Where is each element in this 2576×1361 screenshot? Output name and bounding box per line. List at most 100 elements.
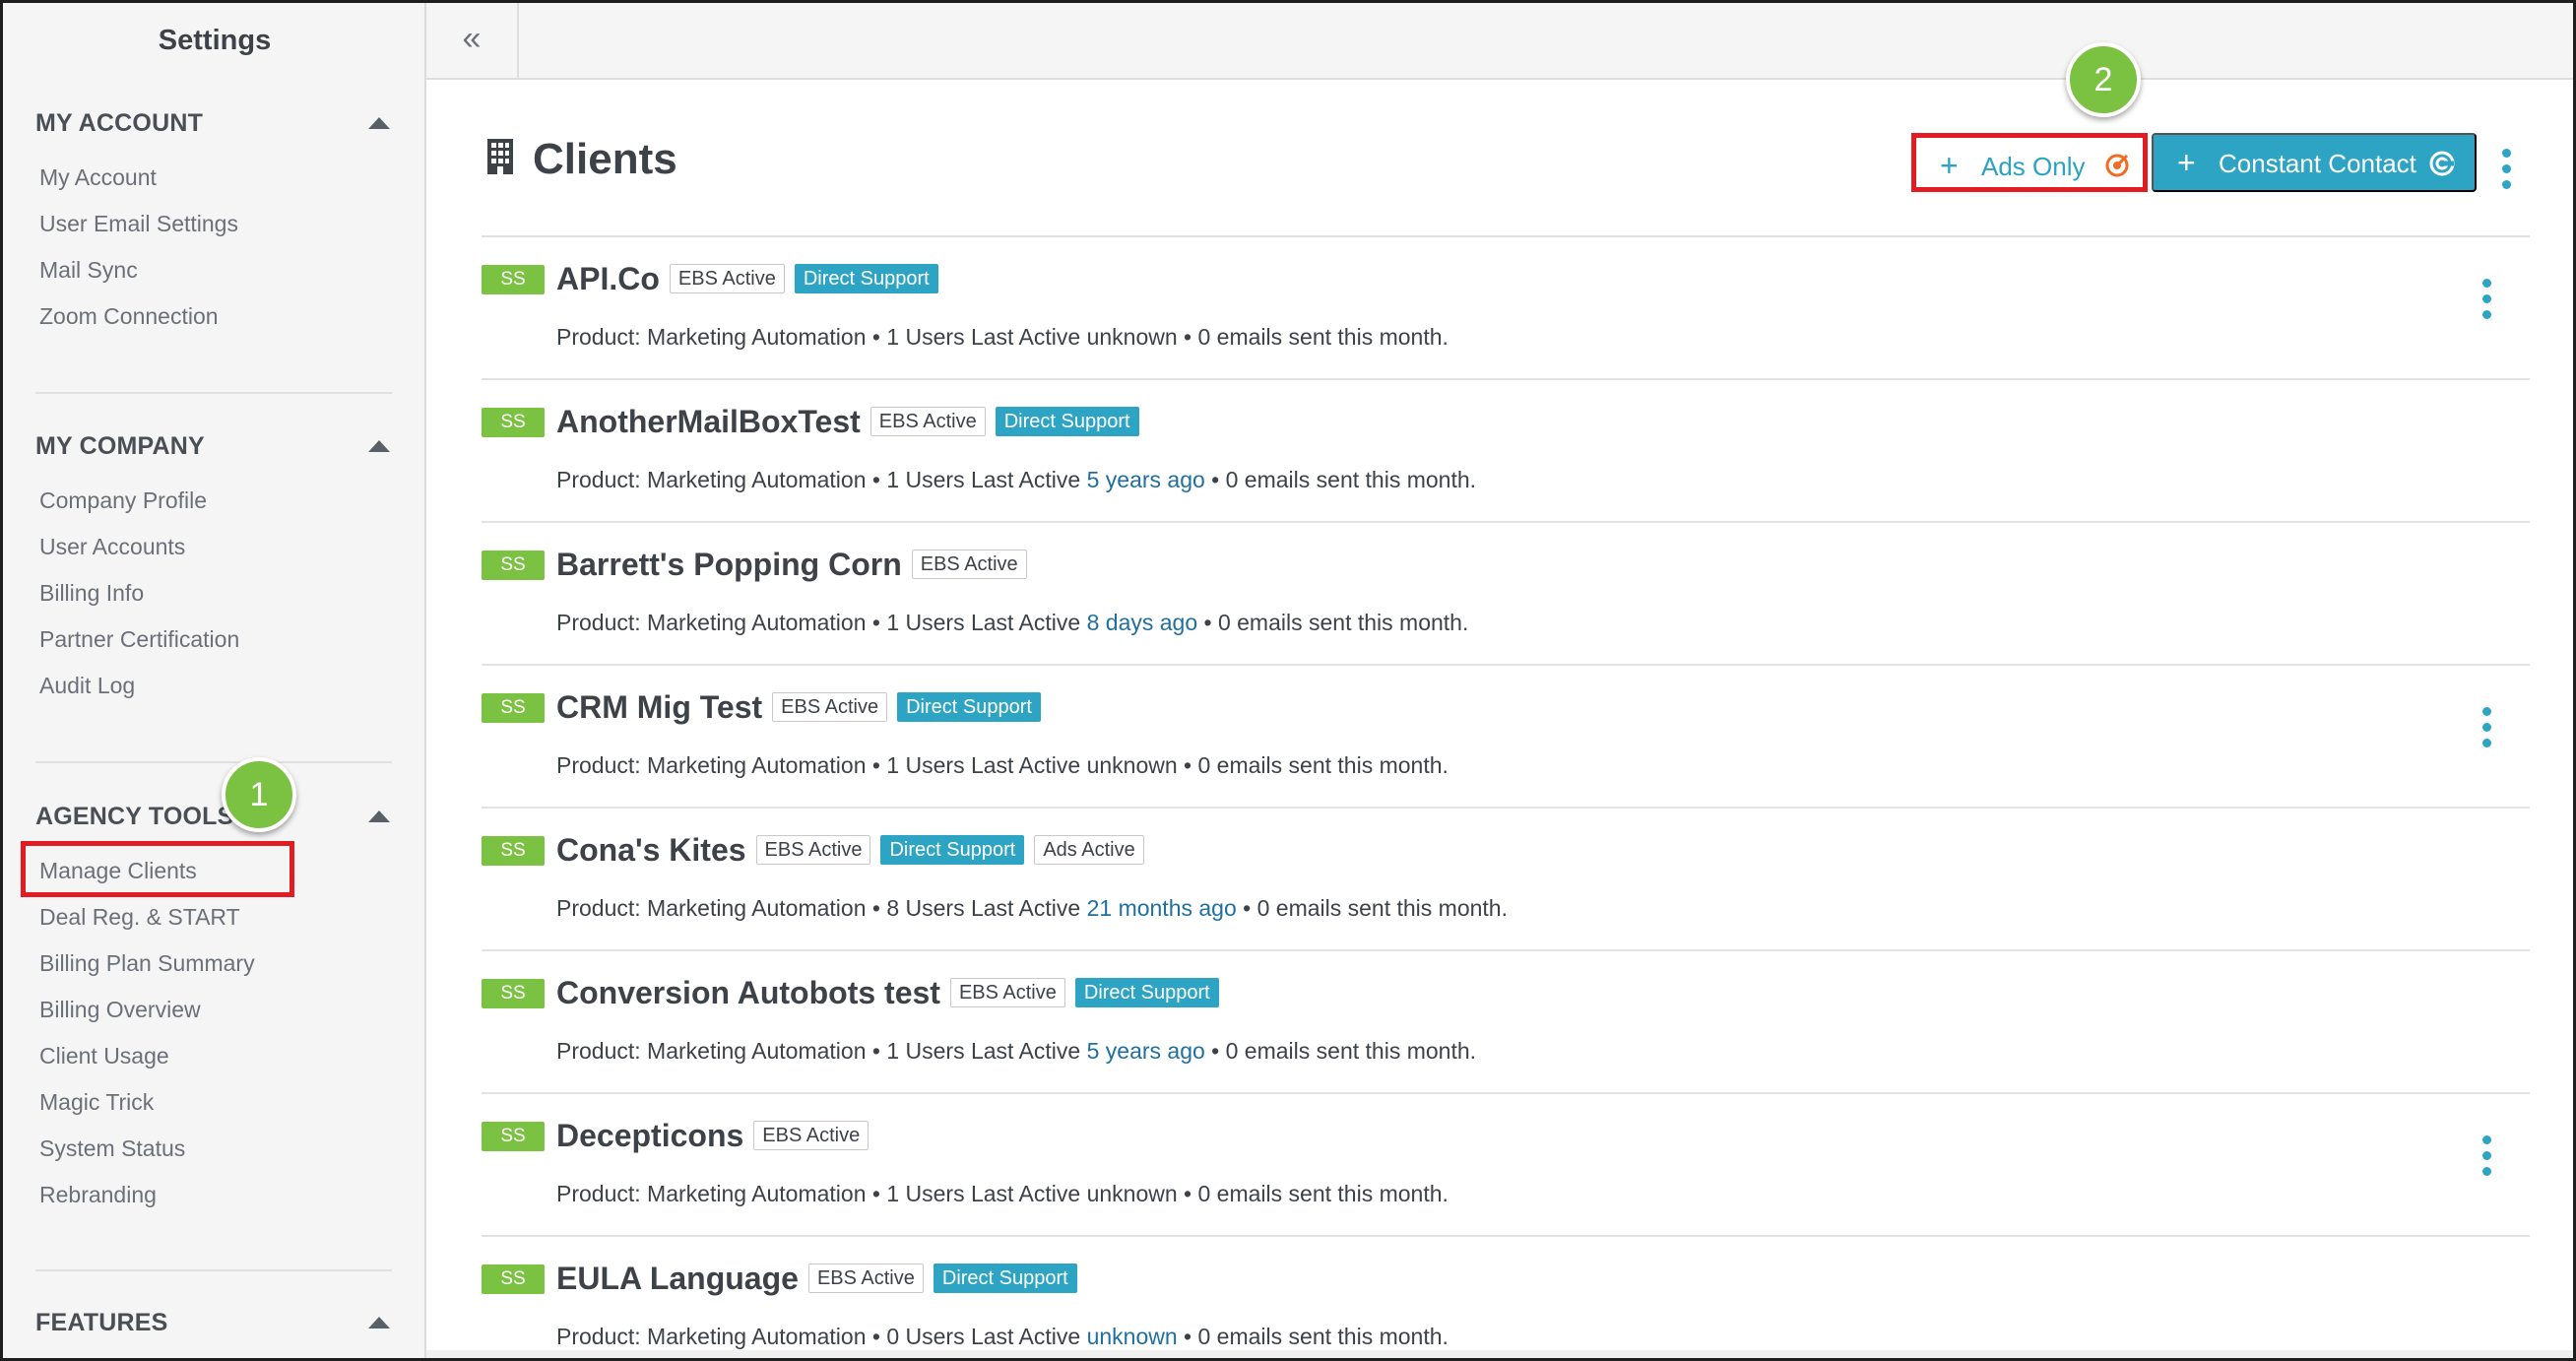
product-info: Product: Marketing Automation • 8 Users … [556, 895, 1087, 921]
section-header-agency-tools[interactable]: AGENCY TOOLS [35, 803, 390, 838]
caret-up-icon[interactable] [368, 810, 390, 822]
constant-contact-label: Constant Contact [2219, 149, 2416, 178]
sidebar-item-deal-reg-start[interactable]: Deal Reg. & START [39, 904, 240, 931]
add-ads-only-button[interactable]: + Ads Only [1911, 133, 2148, 192]
page-more-options-icon[interactable] [2500, 149, 2512, 190]
client-name-link[interactable]: API.Co [556, 261, 660, 297]
ss-tag: SS [482, 265, 545, 294]
section-header-features[interactable]: FEATURES [35, 1309, 390, 1344]
collapse-sidebar-button[interactable]: « [426, 3, 519, 78]
step-1-callout: 1 [222, 757, 296, 832]
client-row-header: Cona's Kites EBS Active Direct Support Ads … [556, 830, 1154, 870]
row-more-options-icon[interactable] [2480, 707, 2492, 748]
status-badge: EBS Active [755, 835, 871, 865]
add-constant-contact-button[interactable]: + Constant Contact [2152, 133, 2477, 192]
section-header-my-company[interactable]: MY COMPANY [35, 432, 390, 468]
status-badge: EBS Active [753, 1121, 869, 1150]
status-badge: EBS Active [869, 407, 986, 436]
client-row-header: EULA Language EBS Active Direct Support [556, 1259, 1087, 1298]
last-active-value: unknown [1086, 324, 1178, 350]
client-details: Product: Marketing Automation • 8 Users … [556, 895, 1508, 922]
client-row-header: API.Co EBS Active Direct Support [556, 259, 948, 298]
sidebar-item-partner-certification[interactable]: Partner Certification [39, 626, 239, 653]
plus-icon: + [1940, 148, 1959, 183]
sidebar-item-user-accounts[interactable]: User Accounts [39, 534, 185, 560]
client-name-link[interactable]: Cona's Kites [556, 832, 746, 869]
sidebar-item-billing-plan-summary[interactable]: Billing Plan Summary [39, 950, 255, 977]
product-info: Product: Marketing Automation • 1 Users … [556, 1181, 1087, 1206]
client-name-link[interactable]: Barrett's Popping Corn [556, 547, 902, 583]
last-active-value[interactable]: 8 days ago [1087, 610, 1198, 635]
plus-icon: + [2177, 145, 2196, 180]
sidebar-item-magic-trick[interactable]: Magic Trick [39, 1089, 154, 1116]
row-more-options-icon[interactable] [2480, 1135, 2492, 1177]
product-info: Product: Marketing Automation • 1 Users … [556, 752, 1087, 778]
client-name-link[interactable]: Conversion Autobots test [556, 975, 940, 1011]
clients-main: Clients + Ads Only + Constant Contact 2 … [426, 42, 2573, 1358]
client-row-header: Decepticons EBS Active [556, 1116, 878, 1155]
client-row[interactable]: SS Barrett's Popping Corn EBS Active Produc… [482, 523, 2530, 666]
building-icon [487, 139, 513, 174]
sidebar-item-company-profile[interactable]: Company Profile [39, 487, 207, 514]
client-name-link[interactable]: CRM Mig Test [556, 689, 762, 726]
ss-tag: SS [482, 1264, 545, 1294]
sidebar-item-billing-overview[interactable]: Billing Overview [39, 997, 201, 1023]
status-badge: EBS Active [669, 264, 785, 293]
sidebar-title: Settings [158, 25, 272, 56]
status-badge: EBS Active [949, 978, 1065, 1007]
sidebar-item-my-account[interactable]: My Account [39, 164, 157, 191]
manage-clients-highlight [21, 841, 294, 897]
sidebar-item-audit-log[interactable]: Audit Log [39, 673, 135, 699]
status-badge: Direct Support [897, 692, 1041, 722]
ss-tag: SS [482, 979, 545, 1008]
sidebar-item-zoom-connection[interactable]: Zoom Connection [39, 303, 219, 330]
client-row[interactable]: SS Cona's Kites EBS Active Direct Support Ad… [482, 809, 2530, 951]
ads-only-label: Ads Only [1981, 152, 2086, 181]
emails-sent-info: • 0 emails sent this month. [1204, 1038, 1477, 1064]
sidebar-divider [35, 392, 392, 394]
sidebar-item-billing-info[interactable]: Billing Info [39, 580, 144, 607]
section-header-label: MY ACCOUNT [35, 109, 204, 137]
client-row[interactable]: SS Conversion Autobots test EBS Active Dire… [482, 951, 2530, 1094]
client-name-link[interactable]: EULA Language [556, 1261, 799, 1297]
caret-up-icon[interactable] [368, 440, 390, 452]
last-active-value[interactable]: unknown [1087, 1324, 1178, 1349]
horizontal-scrollbar[interactable] [426, 1350, 2573, 1358]
sidebar-item-user-email-settings[interactable]: User Email Settings [39, 211, 238, 237]
caret-up-icon[interactable] [368, 117, 390, 129]
client-details: Product: Marketing Automation • 0 Users … [556, 1324, 1449, 1350]
last-active-value[interactable]: 21 months ago [1087, 895, 1237, 921]
client-row-header: Conversion Autobots test EBS Active Direct… [556, 973, 1229, 1012]
client-name-link[interactable]: Decepticons [556, 1118, 743, 1154]
client-row[interactable]: SS EULA Language EBS Active Direct Support P… [482, 1237, 2530, 1358]
step-2-callout: 2 [2066, 42, 2141, 117]
client-row[interactable]: SS CRM Mig Test EBS Active Direct Support Pr… [482, 666, 2530, 809]
section-header-my-account[interactable]: MY ACCOUNT [35, 109, 390, 145]
client-details: Product: Marketing Automation • 1 Users … [556, 324, 1449, 351]
client-details: Product: Marketing Automation • 1 Users … [556, 1038, 1476, 1065]
constant-contact-logo-icon [2429, 151, 2455, 176]
ss-tag: SS [482, 693, 545, 723]
status-badge: Direct Support [880, 835, 1025, 865]
last-active-value[interactable]: 5 years ago [1087, 467, 1205, 492]
client-row[interactable]: SS Decepticons EBS Active Product: Marketin… [482, 1094, 2530, 1237]
page-title: Clients [533, 135, 677, 183]
status-badge: EBS Active [772, 692, 888, 722]
double-chevron-left-icon: « [462, 20, 482, 57]
emails-sent-info: • 0 emails sent this month. [1204, 467, 1477, 492]
client-name-link[interactable]: AnotherMailBoxTest [556, 404, 861, 440]
client-row-header: CRM Mig Test EBS Active Direct Support [556, 687, 1051, 727]
product-info: Product: Marketing Automation • 1 Users … [556, 324, 1087, 350]
sidebar-item-client-usage[interactable]: Client Usage [39, 1043, 169, 1069]
app-window: Settings MY ACCOUNT My Account User Emai… [0, 0, 2576, 1361]
sidebar-item-rebranding[interactable]: Rebranding [39, 1182, 157, 1208]
last-active-value[interactable]: 5 years ago [1087, 1038, 1205, 1064]
sidebar-item-mail-sync[interactable]: Mail Sync [39, 257, 138, 284]
sidebar-item-system-status[interactable]: System Status [39, 1135, 185, 1162]
client-row[interactable]: SS AnotherMailBoxTest EBS Active Direct Sup… [482, 380, 2530, 523]
caret-up-icon[interactable] [368, 1317, 390, 1329]
ss-tag: SS [482, 551, 545, 580]
emails-sent-info: • 0 emails sent this month. [1177, 324, 1449, 350]
client-row[interactable]: SS API.Co EBS Active Direct Support Product:… [482, 237, 2530, 380]
row-more-options-icon[interactable] [2480, 279, 2492, 320]
